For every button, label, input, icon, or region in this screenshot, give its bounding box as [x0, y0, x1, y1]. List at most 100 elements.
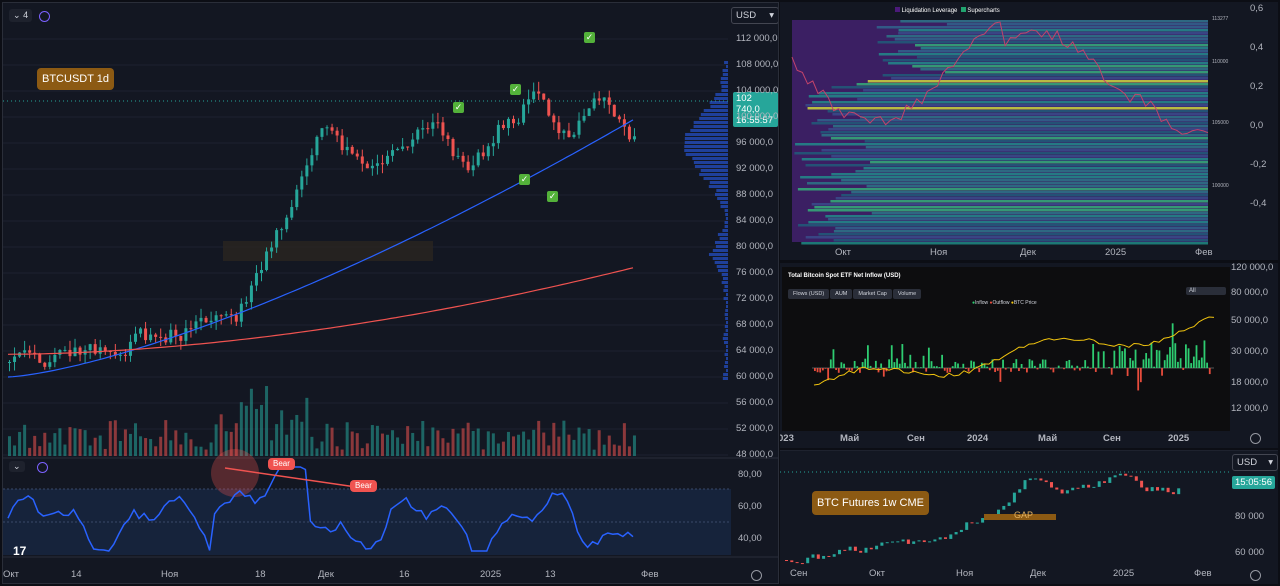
price-axis-label: 104 000,0 [736, 85, 778, 96]
cme-candle [1071, 488, 1074, 490]
etf-flow-bar [1015, 359, 1017, 368]
volume-bar [134, 423, 137, 456]
indicator-settings-icon[interactable] [39, 11, 50, 22]
volume-bar [547, 445, 550, 456]
heatmap-band [801, 242, 1208, 245]
etf-flow-bar [867, 345, 869, 368]
candle-body [154, 335, 157, 337]
volume-bar [477, 428, 480, 456]
etf-flow-bar [931, 361, 933, 368]
volume-profile-bar [725, 317, 728, 320]
volume-bar [406, 426, 409, 456]
cme-candle [912, 541, 915, 544]
etf-flow-bar [1084, 360, 1086, 368]
volume-bar [285, 435, 288, 456]
volume-profile-bar [723, 277, 728, 280]
cme-currency-select[interactable]: USD ▾ [1232, 454, 1278, 471]
volume-profile-bar [726, 369, 728, 372]
tradingview-logo: 17 [13, 544, 26, 558]
time-axis-label: 16 [399, 569, 410, 580]
etf-flow-bar [1090, 368, 1092, 369]
cme-time-axis-label: Сен [790, 568, 807, 579]
candle-body [315, 137, 318, 155]
cme-candle [1103, 481, 1106, 483]
volume-bar [320, 441, 323, 456]
cme-candle [1087, 485, 1090, 488]
heatmap-band [798, 188, 1208, 191]
volume-bar [129, 434, 132, 456]
etf-flow-bar [1000, 368, 1002, 382]
volume-profile-bar [713, 249, 728, 252]
candle-body [416, 130, 419, 140]
candle-body [452, 139, 455, 156]
cme-candle [865, 548, 868, 553]
oscillator-settings-icon[interactable] [37, 462, 48, 473]
volume-profile-bar [725, 353, 728, 356]
heatmap-band [822, 134, 1208, 137]
liquidation-heatmap-panel[interactable]: Liquidation Leverage Supercharts 113277 1… [780, 2, 1278, 260]
etf-flow-bar [1053, 368, 1055, 372]
volume-bar [205, 450, 208, 456]
candle-body [74, 348, 77, 357]
candle-body [305, 165, 308, 176]
check-signal-icon: ✓ [584, 32, 595, 43]
candle-body [265, 251, 268, 270]
candle-body [220, 315, 223, 316]
candle-body [336, 131, 339, 136]
volume-bar [487, 431, 490, 456]
main-chart-canvas[interactable] [3, 3, 778, 583]
etf-flow-bar [944, 368, 946, 371]
volume-profile-bar [726, 345, 728, 348]
heatmap-band [817, 119, 1208, 122]
candle-body [205, 318, 208, 322]
candle-body [53, 355, 56, 362]
etf-settings-icon[interactable] [1250, 433, 1261, 444]
etf-flow-bar [1132, 361, 1134, 368]
candle-body [270, 247, 273, 251]
volume-bar [331, 428, 334, 456]
candle-body [366, 164, 369, 169]
cme-settings-icon[interactable] [1250, 570, 1261, 581]
etf-flow-bar [1148, 358, 1150, 368]
etf-flow-bar [1108, 367, 1110, 368]
chart-settings-icon[interactable] [751, 570, 762, 581]
etf-flow-bar [1143, 359, 1145, 368]
candle-body [487, 146, 490, 156]
volume-bar [603, 445, 606, 456]
etf-flow-bar [1050, 368, 1052, 369]
volume-profile-bar [725, 325, 728, 328]
heatmap-canvas [780, 2, 1278, 260]
volume-profile-bar [718, 269, 728, 272]
cme-candle [790, 560, 793, 562]
volume-bar [189, 439, 192, 456]
volume-bar [58, 428, 61, 456]
price-axis-label: 64 000,0 [736, 345, 773, 356]
time-axis-label: Фев [641, 569, 659, 580]
cme-futures-panel[interactable]: USD ▾ 15:05:56 BTC Futures 1w CME GAP 80… [780, 450, 1278, 584]
candle-body [381, 163, 384, 164]
volume-profile-bar [710, 105, 728, 108]
btc-main-chart[interactable]: ⌄ 4 USD ▾ BTCUSDT 1d 102 740,0 16:55:57 … [2, 2, 779, 584]
etf-flow-bar [1079, 368, 1081, 370]
candle-body [139, 328, 142, 333]
volume-bar [346, 422, 349, 456]
currency-select[interactable]: USD ▾ [731, 7, 779, 24]
candle-body [295, 190, 298, 207]
volume-bar [578, 428, 581, 456]
volume-bar [618, 446, 621, 456]
volume-bar [356, 433, 359, 456]
volume-bar [295, 415, 298, 456]
heatmap-band [806, 164, 1208, 167]
volume-bar [462, 428, 465, 456]
time-axis-label: Ноя [161, 569, 178, 580]
collapse-oscillator-button[interactable]: ⌄ [9, 461, 25, 472]
chevron-down-icon: ⌄ [13, 461, 21, 471]
etf-inflow-panel[interactable]: Total Bitcoin Spot ETF Net Inflow (USD) … [780, 263, 1278, 448]
collapse-indicators-button[interactable]: ⌄ 4 [9, 9, 32, 22]
volume-bar [633, 435, 636, 456]
time-axis-label: 14 [71, 569, 82, 580]
etf-flow-bar [933, 366, 935, 368]
etf-time-axis-label: Май [840, 433, 859, 444]
volume-bar [240, 402, 243, 456]
etf-flow-bar [864, 359, 866, 368]
